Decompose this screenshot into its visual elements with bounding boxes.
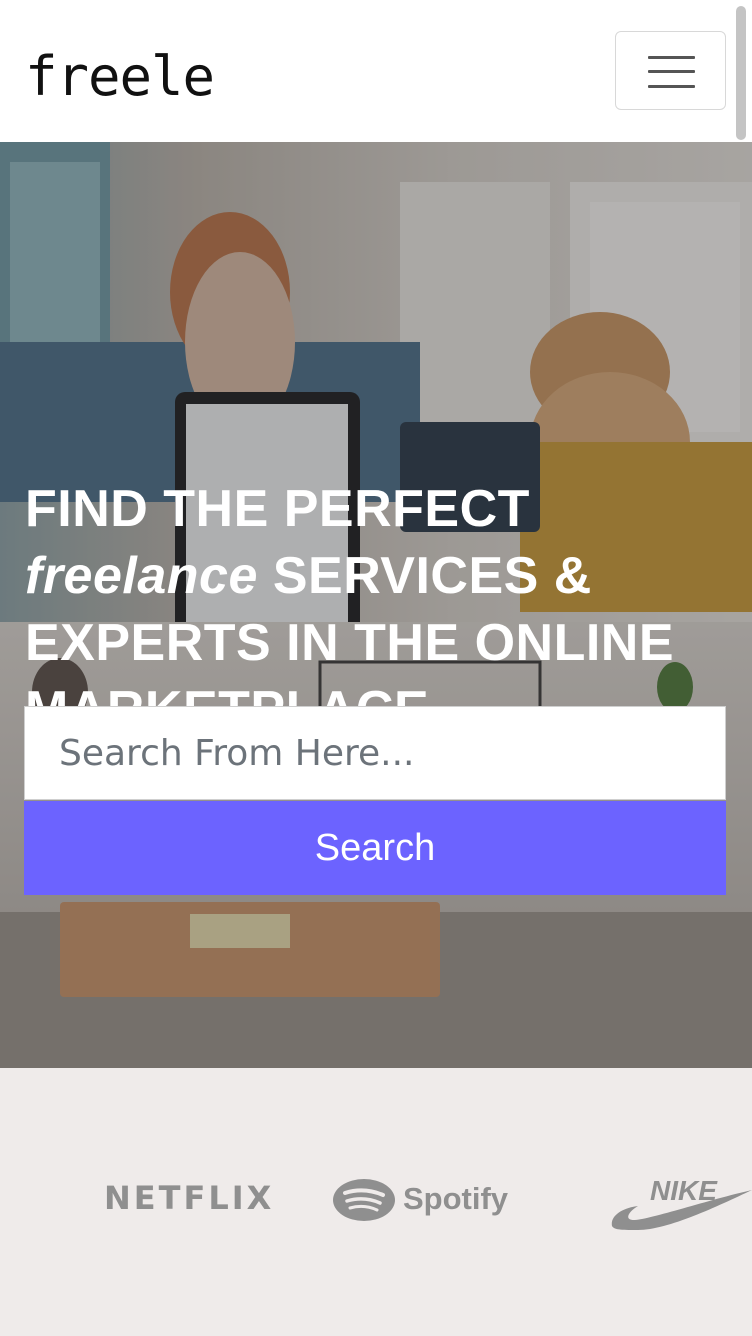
hero-headline: FIND THE PERFECT freelance SERVICES & EX… bbox=[25, 476, 735, 744]
spotify-wordmark: Spotify bbox=[403, 1181, 509, 1216]
brand-logo[interactable]: freele bbox=[25, 42, 215, 112]
spotify-icon bbox=[333, 1179, 395, 1221]
brand-logos-strip: NETFLIX Spotify NIKE bbox=[0, 1068, 752, 1336]
search-button[interactable]: Search bbox=[24, 801, 726, 895]
page-scrollbar[interactable] bbox=[733, 0, 752, 1336]
spotify-logo: Spotify bbox=[333, 1179, 543, 1223]
page-scrollbar-thumb[interactable] bbox=[736, 6, 746, 140]
nike-logo: NIKE bbox=[611, 1175, 752, 1230]
hero-section: FIND THE PERFECT freelance SERVICES & EX… bbox=[0, 142, 752, 1068]
hamburger-menu-icon-bar bbox=[648, 85, 695, 88]
navbar: freele bbox=[0, 0, 752, 142]
search-input[interactable] bbox=[24, 706, 726, 800]
nike-wordmark: NIKE bbox=[650, 1175, 718, 1206]
hamburger-menu-icon-bar bbox=[648, 70, 695, 73]
headline-italic-text: freelance bbox=[25, 547, 258, 605]
netflix-logo: NETFLIX bbox=[104, 1179, 275, 1217]
headline-text: FIND THE PERFECT bbox=[25, 480, 530, 538]
navbar-toggler-button[interactable] bbox=[615, 31, 726, 110]
hamburger-menu-icon bbox=[648, 56, 695, 59]
